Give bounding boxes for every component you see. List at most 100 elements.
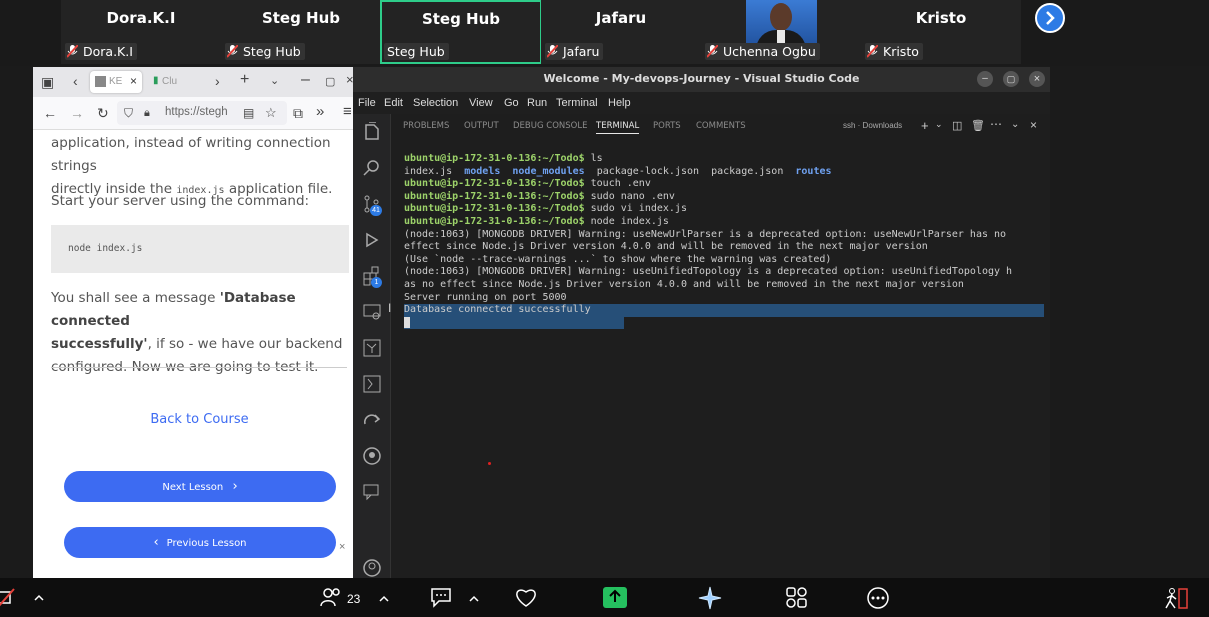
lesson-paragraph-2: Start your server using the command:: [51, 193, 310, 209]
mic-off-icon: [227, 45, 238, 58]
menu-terminal[interactable]: Terminal: [556, 97, 598, 109]
chevron-up-icon[interactable]: [469, 595, 479, 603]
close-icon[interactable]: ×: [1029, 71, 1045, 87]
chevron-down-icon[interactable]: ⌄: [935, 119, 943, 130]
menu-selection[interactable]: Selection: [413, 97, 458, 109]
back-to-course-link[interactable]: Back to Course: [33, 412, 353, 427]
terminal-line: ubuntu@ip-172-31-0-136:~/Todo$ node inde…: [404, 216, 1044, 229]
participant-tile[interactable]: Dora.K.I Dora.K.I: [61, 0, 221, 64]
explorer-icon[interactable]: [362, 122, 382, 142]
forward-icon[interactable]: →: [70, 106, 84, 120]
participant-label: Jafaru: [545, 43, 604, 60]
reactions-heart-icon[interactable]: [513, 586, 539, 608]
mic-off-icon: [67, 45, 78, 58]
maximize-icon[interactable]: ▢: [1003, 71, 1019, 87]
participant-tile[interactable]: Kristo Kristo: [861, 0, 1021, 64]
menu-go[interactable]: Go: [504, 97, 519, 109]
participant-name: Steg Hub: [261, 9, 341, 27]
minimize-icon[interactable]: –: [977, 71, 993, 87]
comments-icon[interactable]: [362, 482, 382, 502]
bookmark-star-icon[interactable]: ☆: [265, 106, 277, 120]
tab-ports[interactable]: PORTS: [653, 121, 681, 131]
previous-lesson-button[interactable]: ‹ Previous Lesson: [64, 527, 336, 558]
maximize-icon[interactable]: ▢: [325, 75, 335, 89]
more-actions-icon[interactable]: ⋯: [990, 117, 1002, 131]
menu-run[interactable]: Run: [527, 97, 547, 109]
maximize-panel-icon[interactable]: ⌄: [1011, 119, 1019, 130]
menu-icon[interactable]: ≡: [343, 104, 352, 119]
browser-tab[interactable]: ▮ Clu: [147, 71, 199, 93]
minimize-icon[interactable]: –: [301, 72, 310, 88]
terminal-line: effect since Node.js Driver version 4.0.…: [404, 241, 928, 253]
participant-label: Steg Hub: [225, 43, 305, 60]
file-entry: package-lock.json: [596, 165, 700, 177]
url-bar[interactable]: ⛉ 🔒︎ https://stegh ▤ ☆: [117, 101, 287, 125]
close-tab-icon[interactable]: ×: [130, 74, 137, 88]
chevron-up-icon[interactable]: [379, 595, 389, 603]
chevron-right-icon[interactable]: ›: [215, 74, 220, 88]
leave-meeting-icon[interactable]: [1163, 588, 1189, 610]
close-panel-icon[interactable]: ×: [1030, 118, 1037, 132]
ssh-icon[interactable]: [362, 338, 382, 358]
ssh-panel-icon[interactable]: [362, 374, 382, 394]
participant-tile-video[interactable]: Uchenna Ogbu: [701, 0, 861, 64]
tab-debug-console[interactable]: DEBUG CONSOLE: [513, 121, 587, 131]
new-terminal-icon[interactable]: +: [921, 118, 929, 133]
reload-icon[interactable]: ↻: [97, 106, 109, 120]
tab-output[interactable]: OUTPUT: [464, 121, 499, 131]
apps-icon[interactable]: [785, 586, 809, 610]
tab-overview-icon[interactable]: ▣: [41, 75, 54, 89]
menu-file[interactable]: File: [358, 97, 376, 109]
terminal-instance-label[interactable]: ssh · Downloads: [843, 121, 902, 130]
chevron-down-icon[interactable]: ⌄: [270, 74, 279, 88]
source-control-badge: 41: [370, 205, 382, 216]
ai-companion-icon[interactable]: [697, 586, 723, 610]
close-icon[interactable]: ×: [346, 73, 353, 87]
browser-tab-active[interactable]: KE ×: [90, 71, 142, 93]
run-debug-icon[interactable]: [362, 230, 382, 250]
participants-icon[interactable]: [320, 586, 342, 608]
trash-icon[interactable]: 🗑︎: [971, 119, 985, 132]
tab-comments[interactable]: COMMENTS: [696, 121, 746, 131]
chevron-left-icon[interactable]: ‹: [73, 74, 78, 88]
menu-edit[interactable]: Edit: [384, 97, 403, 109]
participant-tile[interactable]: Jafaru Jafaru: [541, 0, 701, 64]
terminal-command: touch .env: [584, 178, 651, 190]
next-lesson-button[interactable]: Next Lesson ›: [64, 471, 336, 502]
new-tab-icon[interactable]: +: [240, 72, 249, 88]
participant-count: 23: [347, 592, 361, 606]
terminal-command: sudo vi index.js: [584, 203, 687, 215]
video-off-icon[interactable]: [0, 588, 16, 608]
share-screen-button[interactable]: [603, 587, 627, 608]
terminal-command: ls: [584, 153, 603, 164]
tab-problems[interactable]: PROBLEMS: [403, 121, 449, 131]
participant-tile[interactable]: Steg Hub Steg Hub: [221, 0, 381, 64]
back-icon[interactable]: ←: [43, 106, 57, 120]
extensions-icon[interactable]: ⧉: [293, 106, 303, 120]
more-options-icon[interactable]: [866, 586, 890, 610]
reader-mode-icon[interactable]: ▤: [243, 106, 254, 120]
terminal-output[interactable]: ubuntu@ip-172-31-0-136:~/Todo$ ls index.j…: [404, 153, 1044, 330]
mic-off-icon: [547, 45, 558, 58]
participant-tile-active-speaker[interactable]: Steg Hub Steg Hub: [380, 0, 542, 64]
terminal-cursor: [404, 316, 410, 328]
favicon-icon: ▮: [153, 75, 159, 86]
tab-terminal[interactable]: TERMINAL: [596, 121, 640, 134]
github-icon[interactable]: [362, 446, 382, 466]
overflow-chevron-icon[interactable]: »: [316, 104, 324, 119]
live-share-icon[interactable]: [362, 410, 382, 430]
account-icon[interactable]: [362, 558, 382, 578]
chevron-right-icon: [1046, 11, 1055, 25]
search-icon[interactable]: [362, 158, 382, 178]
menu-view[interactable]: View: [469, 97, 493, 109]
participant-label: Kristo: [865, 43, 923, 60]
next-participants-button[interactable]: [1035, 3, 1065, 33]
menu-help[interactable]: Help: [608, 97, 631, 109]
chat-icon[interactable]: [429, 586, 453, 608]
close-icon[interactable]: ×: [339, 541, 345, 553]
split-terminal-icon[interactable]: ◫: [952, 119, 962, 132]
chevron-up-icon[interactable]: [34, 594, 44, 602]
participant-name: Dora.K.I: [106, 9, 176, 27]
remote-explorer-icon[interactable]: [362, 302, 382, 322]
terminal-line: ubuntu@ip-172-31-0-136:~/Todo$ sudo nano…: [404, 191, 1044, 204]
